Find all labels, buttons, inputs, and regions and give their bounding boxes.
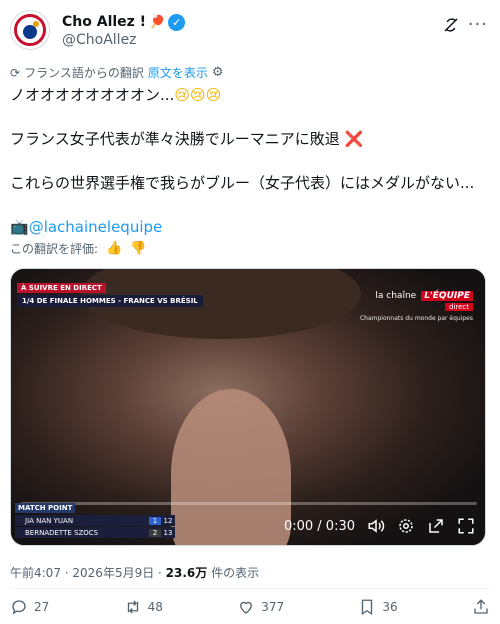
tweet-line-2: フランス女子代表が準々決勝でルーマニアに敗退 ❌	[10, 128, 490, 150]
tweet-spacer	[10, 194, 490, 216]
video-live-tag: À SUIVRE EN DIRECT	[17, 283, 106, 293]
rate-translation-label: この翻訳を評価:	[10, 242, 99, 256]
video-controls: 0:00 / 0:30	[284, 517, 475, 535]
translation-bar: ⟳ フランス語からの翻訳 原文を表示 ⚙	[10, 64, 224, 81]
player-games: 2	[149, 528, 161, 537]
views-label: 件の表示	[207, 566, 260, 580]
tweet-spacer	[10, 106, 490, 128]
bookmark-button[interactable]: 36	[358, 598, 398, 616]
channel-logo: la chaîne L'ÉQUIPE direct Championnats d…	[360, 283, 473, 322]
rate-translation-row: この翻訳を評価: 👍 👎	[10, 240, 146, 257]
reply-icon	[12, 600, 26, 615]
share-button[interactable]	[472, 598, 490, 616]
tweet-time[interactable]: 午前4:07	[10, 566, 61, 580]
crying-face-emoji-icon: 😢😢😢	[174, 86, 222, 104]
video-player[interactable]: À SUIVRE EN DIRECT 1/4 DE FINALE HOMMES …	[10, 268, 486, 546]
video-match-title: 1/4 DE FINALE HOMMES - FRANCE VS BRÉSIL	[17, 295, 203, 307]
tweet-header: Cho Allez ! 🏓 ✓ @ChoAllez ···	[10, 10, 490, 54]
score-row: BERNADETTE SZOCS 2 13	[15, 527, 175, 538]
channel-subtitle: Championnats du monde par équipes	[359, 315, 473, 322]
tweet-spacer	[10, 150, 490, 172]
popout-icon[interactable]	[427, 517, 445, 535]
channel-brand-text: L'ÉQUIPE	[421, 291, 473, 301]
repost-count: 48	[147, 600, 163, 614]
like-count: 377	[261, 600, 285, 614]
thumbs-down-icon[interactable]: 👎	[130, 241, 146, 256]
scoreboard: MATCH POINT JIA NAN YUAN 1 12 BERNADETTE…	[15, 503, 175, 539]
video-time: 0:00 / 0:30	[283, 518, 355, 534]
mention-link[interactable]: @lachainelequipe	[29, 218, 163, 236]
show-original-link[interactable]: 原文を表示	[148, 64, 208, 81]
player-points: 13	[163, 528, 173, 537]
bookmark-count: 36	[382, 600, 398, 614]
tweet-body: ノオオオオオオオオン...😢😢😢 フランス女子代表が準々決勝でルーマニアに敗退 …	[10, 84, 490, 238]
repost-button[interactable]: 48	[124, 598, 163, 616]
avatar-logo-paddle	[23, 25, 37, 39]
cross-mark-icon: ❌	[344, 130, 364, 148]
more-options-icon[interactable]: ···	[468, 14, 488, 35]
divider	[10, 588, 490, 589]
tweet-line-1: ノオオオオオオオオン...😢😢😢	[10, 84, 490, 106]
meta-separator: ·	[154, 566, 166, 580]
verified-badge-icon: ✓	[168, 13, 186, 31]
tweet-actions: 27 48 377 36	[10, 598, 490, 616]
score-row: JIA NAN YUAN 1 12	[15, 515, 175, 526]
translation-settings-icon[interactable]: ⚙	[212, 65, 224, 80]
thumbs-up-icon[interactable]: 👍	[106, 241, 122, 256]
player-name: BERNADETTE SZOCS	[25, 528, 99, 537]
heart-icon	[240, 601, 253, 614]
view-count: 23.6万	[165, 566, 208, 580]
paddle-emoji-icon: 🏓	[149, 14, 166, 30]
tweet-line-1-text: ノオオオオオオオオン...	[10, 86, 175, 104]
translate-icon: ⟳	[10, 65, 21, 80]
player-games: 1	[149, 516, 161, 525]
bookmark-icon	[362, 599, 373, 616]
channel-direct-text: direct	[445, 303, 473, 311]
tweet-meta: 午前4:07 · 2026年5月9日 · 23.6万 件の表示	[10, 564, 259, 581]
match-point-label: MATCH POINT	[15, 503, 76, 513]
meta-separator: ·	[60, 566, 73, 580]
reply-count: 27	[34, 600, 50, 614]
author-display-name[interactable]: Cho Allez !	[62, 14, 146, 30]
author-name-row[interactable]: Cho Allez ! 🏓 ✓	[62, 12, 186, 32]
tweet-line-2-text: フランス女子代表が準々決勝でルーマニアに敗退	[10, 130, 340, 148]
tweet-date[interactable]: 2026年5月9日	[72, 566, 154, 580]
like-button[interactable]: 377	[237, 598, 284, 616]
tweet-line-3: これらの世界選手権で我らがブルー（女子代表）にはメダルがない...	[10, 174, 475, 192]
tv-emoji-icon: 📺	[10, 218, 29, 236]
repost-icon	[127, 600, 138, 614]
player-points: 12	[163, 516, 173, 525]
channel-la-text: la chaîne	[375, 291, 417, 301]
tweet-line-4: 📺@lachainelequipe	[10, 216, 490, 238]
avatar-logo-ball	[33, 21, 39, 27]
player-name: JIA NAN YUAN	[25, 516, 74, 525]
reply-button[interactable]: 27	[10, 598, 49, 616]
translated-from-label: フランス語からの翻訳	[24, 66, 144, 80]
video-hands-shape	[171, 389, 291, 545]
settings-gear-icon[interactable]	[397, 517, 415, 535]
share-icon	[474, 599, 488, 614]
fullscreen-icon[interactable]	[457, 517, 475, 535]
volume-icon[interactable]	[367, 517, 385, 535]
avatar[interactable]	[10, 10, 50, 50]
author-handle[interactable]: @ChoAllez	[62, 32, 137, 48]
grok-icon[interactable]	[442, 16, 460, 34]
